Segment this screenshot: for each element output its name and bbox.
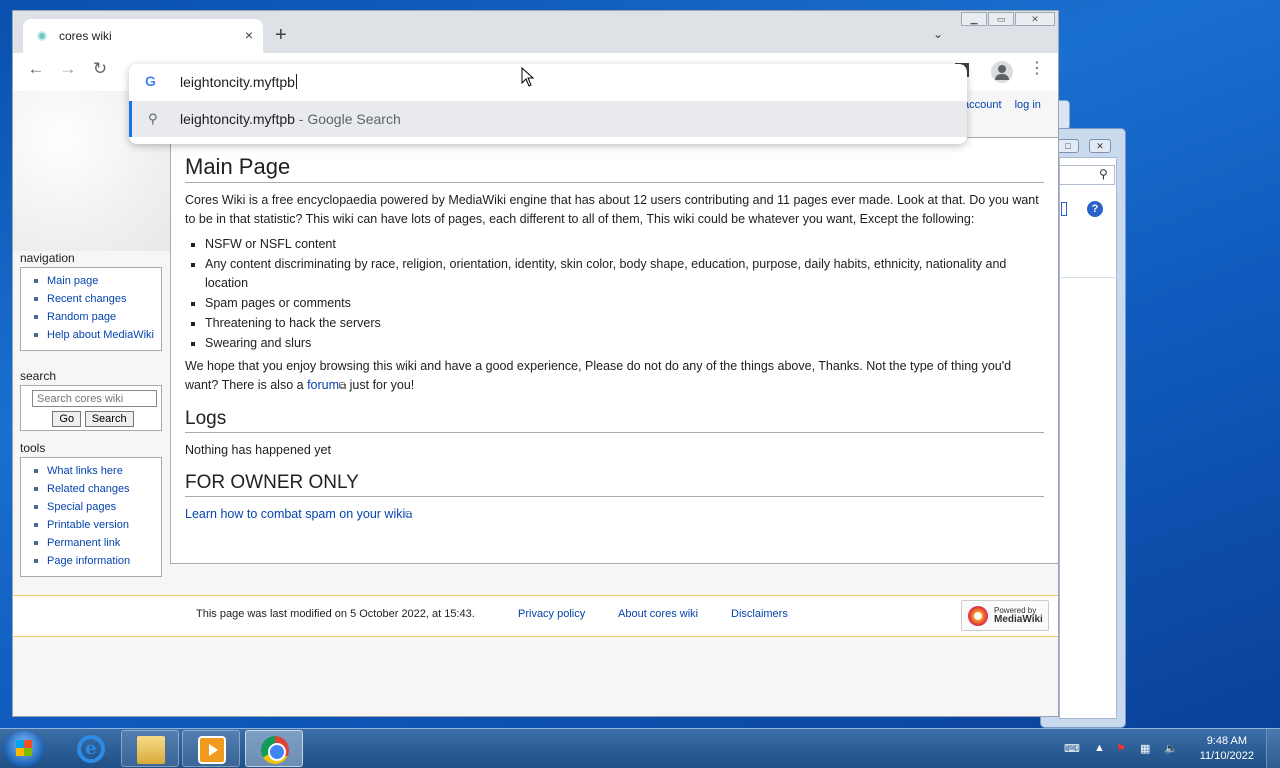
- taskbar-explorer[interactable]: [121, 730, 179, 767]
- search-suggestion[interactable]: ⚲ leightoncity.myftpb - Google Search: [129, 101, 967, 137]
- navigation-portal: navigation Main page Recent changes Rand…: [20, 251, 162, 351]
- rule-item: Any content discriminating by race, reli…: [205, 255, 1044, 293]
- taskbar: e ⌨ ▲ ⚑ ▦ 🔈 9:48 AM 11/10/2022: [0, 728, 1280, 768]
- mediawiki-logo-icon: [968, 606, 988, 626]
- nav-random-page[interactable]: Random page: [29, 308, 157, 326]
- nav-main-page[interactable]: Main page: [29, 272, 157, 290]
- reload-icon[interactable]: ↻: [87, 59, 113, 79]
- tool-permanent-link[interactable]: Permanent link: [29, 534, 157, 552]
- powered-line2: MediaWiki: [994, 614, 1043, 625]
- rule-item: Spam pages or comments: [205, 294, 1044, 313]
- search-icon[interactable]: ⚲: [1099, 167, 1108, 181]
- external-link-icon: ⧉: [339, 381, 347, 392]
- clock-date: 11/10/2022: [1199, 750, 1254, 762]
- suggestion-suffix: - Google Search: [298, 111, 401, 127]
- tab-search-icon[interactable]: ⌄: [933, 27, 943, 41]
- tool-printable-version[interactable]: Printable version: [29, 516, 157, 534]
- login-link[interactable]: log in: [1015, 99, 1041, 111]
- last-modified: This page was last modified on 5 October…: [196, 608, 475, 620]
- nav-help[interactable]: Help about MediaWiki: [29, 326, 157, 344]
- wiki-page: account log in navigation Main page Rece…: [13, 91, 1058, 716]
- intro-paragraph: Cores Wiki is a free encyclopaedia power…: [185, 193, 1039, 226]
- disclaimers-link[interactable]: Disclaimers: [731, 608, 788, 620]
- windows-logo-icon: [16, 740, 32, 756]
- tab-title: cores wiki: [59, 29, 112, 43]
- tool-related-changes[interactable]: Related changes: [29, 480, 157, 498]
- forum-link[interactable]: forum: [307, 378, 339, 392]
- browser-window: ▁ ▭ ✕ cores wiki × + ⌄ ← → ↻ ⋮ account l…: [12, 10, 1059, 717]
- navigation-heading: navigation: [20, 251, 75, 265]
- omnibox-dropdown: G leightoncity.myftpb ⚲ leightoncity.myf…: [129, 64, 967, 144]
- clock[interactable]: 9:48 AM 11/10/2022: [1200, 734, 1254, 764]
- tools-heading: tools: [20, 441, 46, 455]
- keyboard-icon[interactable]: ⌨: [1064, 742, 1080, 755]
- rule-item: Threatening to hack the servers: [205, 314, 1044, 333]
- search-heading: search: [20, 369, 57, 383]
- profile-icon[interactable]: [991, 61, 1013, 83]
- start-button[interactable]: [4, 731, 44, 767]
- address-text: leightoncity.myftpb: [180, 74, 295, 90]
- google-icon: G: [145, 73, 156, 89]
- about-link[interactable]: About cores wiki: [618, 608, 698, 620]
- text-caret: [295, 74, 297, 89]
- address-bar-input[interactable]: leightoncity.myftpb: [180, 74, 297, 90]
- chrome-icon: [261, 736, 289, 764]
- logs-heading: Logs: [185, 408, 1044, 433]
- logs-text: Nothing has happened yet: [185, 443, 331, 457]
- tab-cores-wiki[interactable]: cores wiki ×: [23, 19, 263, 53]
- owner-heading: FOR OWNER ONLY: [185, 472, 1044, 497]
- rule-item: Swearing and slurs: [205, 334, 1044, 353]
- privacy-link[interactable]: Privacy policy: [518, 608, 585, 620]
- show-desktop-button[interactable]: [1266, 729, 1280, 768]
- new-tab-button[interactable]: +: [275, 25, 287, 45]
- layout-icon: [1061, 202, 1067, 216]
- help-icon[interactable]: ?: [1087, 201, 1103, 217]
- media-player-icon: [198, 736, 226, 764]
- nav-recent-changes[interactable]: Recent changes: [29, 290, 157, 308]
- system-tray: ⌨ ▲ ⚑ ▦ 🔈 9:48 AM 11/10/2022: [1060, 729, 1280, 768]
- rules-list: NSFW or NSFL content Any content discrim…: [205, 235, 1044, 353]
- closing-paragraph: We hope that you enjoy browsing this wik…: [185, 357, 1044, 396]
- internet-explorer-icon: e: [77, 735, 105, 763]
- tool-special-pages[interactable]: Special pages: [29, 498, 157, 516]
- restore-icon[interactable]: □: [1057, 139, 1079, 153]
- suggestion-query: leightoncity.myftpb: [180, 111, 295, 127]
- footer: This page was last modified on 5 October…: [13, 595, 1058, 637]
- taskbar-chrome[interactable]: [245, 730, 303, 767]
- favicon-icon: [37, 31, 47, 41]
- tool-page-information[interactable]: Page information: [29, 552, 157, 570]
- action-center-icon[interactable]: ⚑: [1116, 742, 1126, 755]
- spam-link[interactable]: Learn how to combat spam on your wiki: [185, 507, 405, 521]
- taskbar-media-player[interactable]: [182, 730, 240, 767]
- powered-by-mediawiki-badge[interactable]: Powered by MediaWiki: [961, 600, 1049, 631]
- background-window-content: [1059, 157, 1117, 719]
- taskbar-ie[interactable]: e: [62, 730, 120, 767]
- search-icon: ⚲: [148, 111, 158, 126]
- network-icon[interactable]: ▦: [1140, 742, 1150, 755]
- go-button[interactable]: Go: [52, 411, 82, 427]
- mouse-cursor-icon: [521, 67, 535, 87]
- show-hidden-icons[interactable]: ▲: [1094, 742, 1105, 754]
- search-button[interactable]: Search: [84, 411, 134, 427]
- volume-muted-icon[interactable]: 🔈: [1164, 742, 1178, 755]
- tool-what-links-here[interactable]: What links here: [29, 462, 157, 480]
- clock-time: 9:48 AM: [1206, 735, 1248, 747]
- account-link[interactable]: account: [963, 99, 1002, 111]
- page-title: Main Page: [185, 154, 1044, 183]
- external-link-icon: ⧉: [405, 510, 413, 521]
- forward-icon[interactable]: →: [55, 59, 81, 79]
- rule-item: NSFW or NSFL content: [205, 235, 1044, 254]
- tab-close-icon[interactable]: ×: [245, 27, 253, 43]
- search-input[interactable]: [32, 390, 157, 407]
- back-icon[interactable]: ←: [23, 59, 49, 79]
- content-area: Main Page Cores Wiki is a free encyclopa…: [170, 137, 1058, 564]
- folder-icon: [137, 736, 165, 764]
- search-portal: search Go Search: [20, 369, 162, 431]
- close-icon[interactable]: ✕: [1089, 139, 1111, 153]
- menu-icon[interactable]: ⋮: [1029, 61, 1045, 77]
- tools-portal: tools What links here Related changes Sp…: [20, 441, 162, 577]
- divider: [1061, 277, 1115, 278]
- closing-text-end: just for you!: [349, 378, 415, 392]
